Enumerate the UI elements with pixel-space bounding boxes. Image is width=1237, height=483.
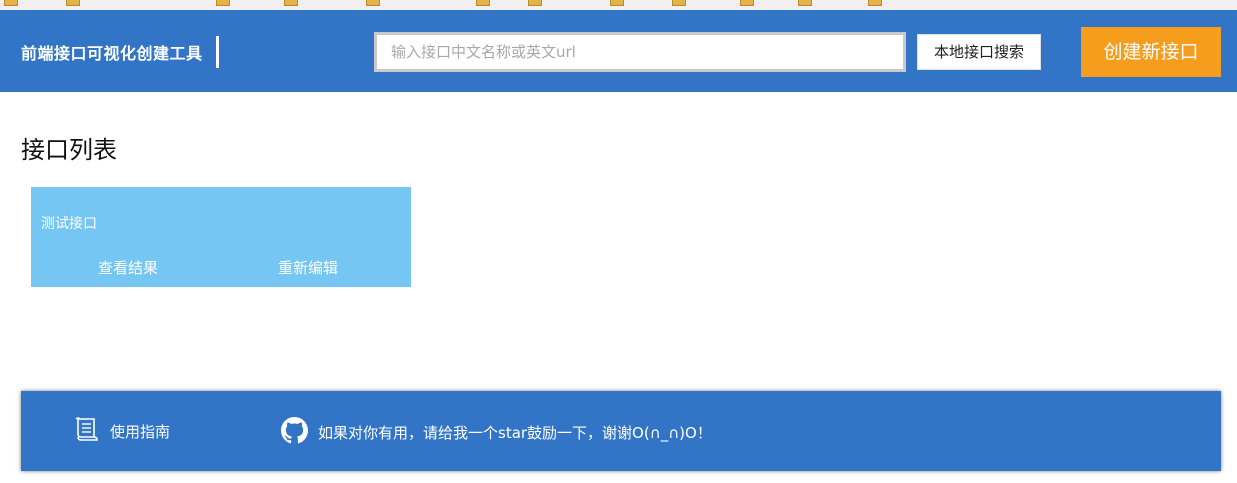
bookmark-item[interactable] <box>216 0 233 8</box>
bookmark-item[interactable] <box>528 0 545 8</box>
bookmark-item[interactable] <box>868 0 885 8</box>
bookmark-item[interactable] <box>798 0 815 8</box>
folder-icon <box>798 0 812 6</box>
re-edit-button[interactable]: 重新编辑 <box>278 257 338 278</box>
interface-card: 测试接口 查看结果 重新编辑 <box>31 187 411 287</box>
bookmark-item[interactable] <box>284 0 301 8</box>
folder-icon <box>366 0 380 6</box>
folder-icon <box>4 0 18 6</box>
app-header: 前端接口可视化创建工具 本地接口搜索 创建新接口 <box>0 10 1237 92</box>
scroll-icon <box>73 416 100 447</box>
folder-icon <box>868 0 882 6</box>
folder-icon <box>740 0 754 6</box>
folder-icon <box>610 0 624 6</box>
user-guide-link[interactable]: 使用指南 <box>73 416 171 447</box>
search-input[interactable] <box>374 32 906 72</box>
folder-icon <box>476 0 490 6</box>
bookmark-item[interactable] <box>740 0 757 8</box>
github-star-link[interactable]: 如果对你有用，请给我一个star鼓励一下，谢谢O(∩_∩)O！ <box>281 416 712 448</box>
create-interface-button[interactable]: 创建新接口 <box>1081 27 1221 77</box>
github-star-text: 如果对你有用，请给我一个star鼓励一下，谢谢O(∩_∩)O！ <box>318 423 712 442</box>
footer-bar: 使用指南 如果对你有用，请给我一个star鼓励一下，谢谢O(∩_∩)O！ <box>21 391 1221 471</box>
interface-name: 测试接口 <box>41 216 97 232</box>
bookmark-item[interactable] <box>476 0 493 8</box>
github-icon <box>281 416 308 448</box>
folder-icon <box>216 0 230 6</box>
browser-bookmarks-bar <box>0 0 1237 10</box>
folder-icon <box>528 0 542 6</box>
folder-icon <box>672 0 686 6</box>
page-title: 接口列表 <box>21 136 117 164</box>
local-search-button[interactable]: 本地接口搜索 <box>917 34 1041 70</box>
bookmark-item[interactable] <box>672 0 689 8</box>
bookmark-item[interactable] <box>66 0 83 8</box>
app-title: 前端接口可视化创建工具 <box>21 44 203 63</box>
bookmark-item[interactable] <box>610 0 627 8</box>
view-result-button[interactable]: 查看结果 <box>98 257 158 278</box>
folder-icon <box>284 0 298 6</box>
user-guide-label: 使用指南 <box>110 422 171 441</box>
folder-icon <box>66 0 80 6</box>
bookmark-item[interactable] <box>4 0 21 8</box>
bookmark-item[interactable] <box>366 0 383 8</box>
title-divider <box>216 36 219 68</box>
